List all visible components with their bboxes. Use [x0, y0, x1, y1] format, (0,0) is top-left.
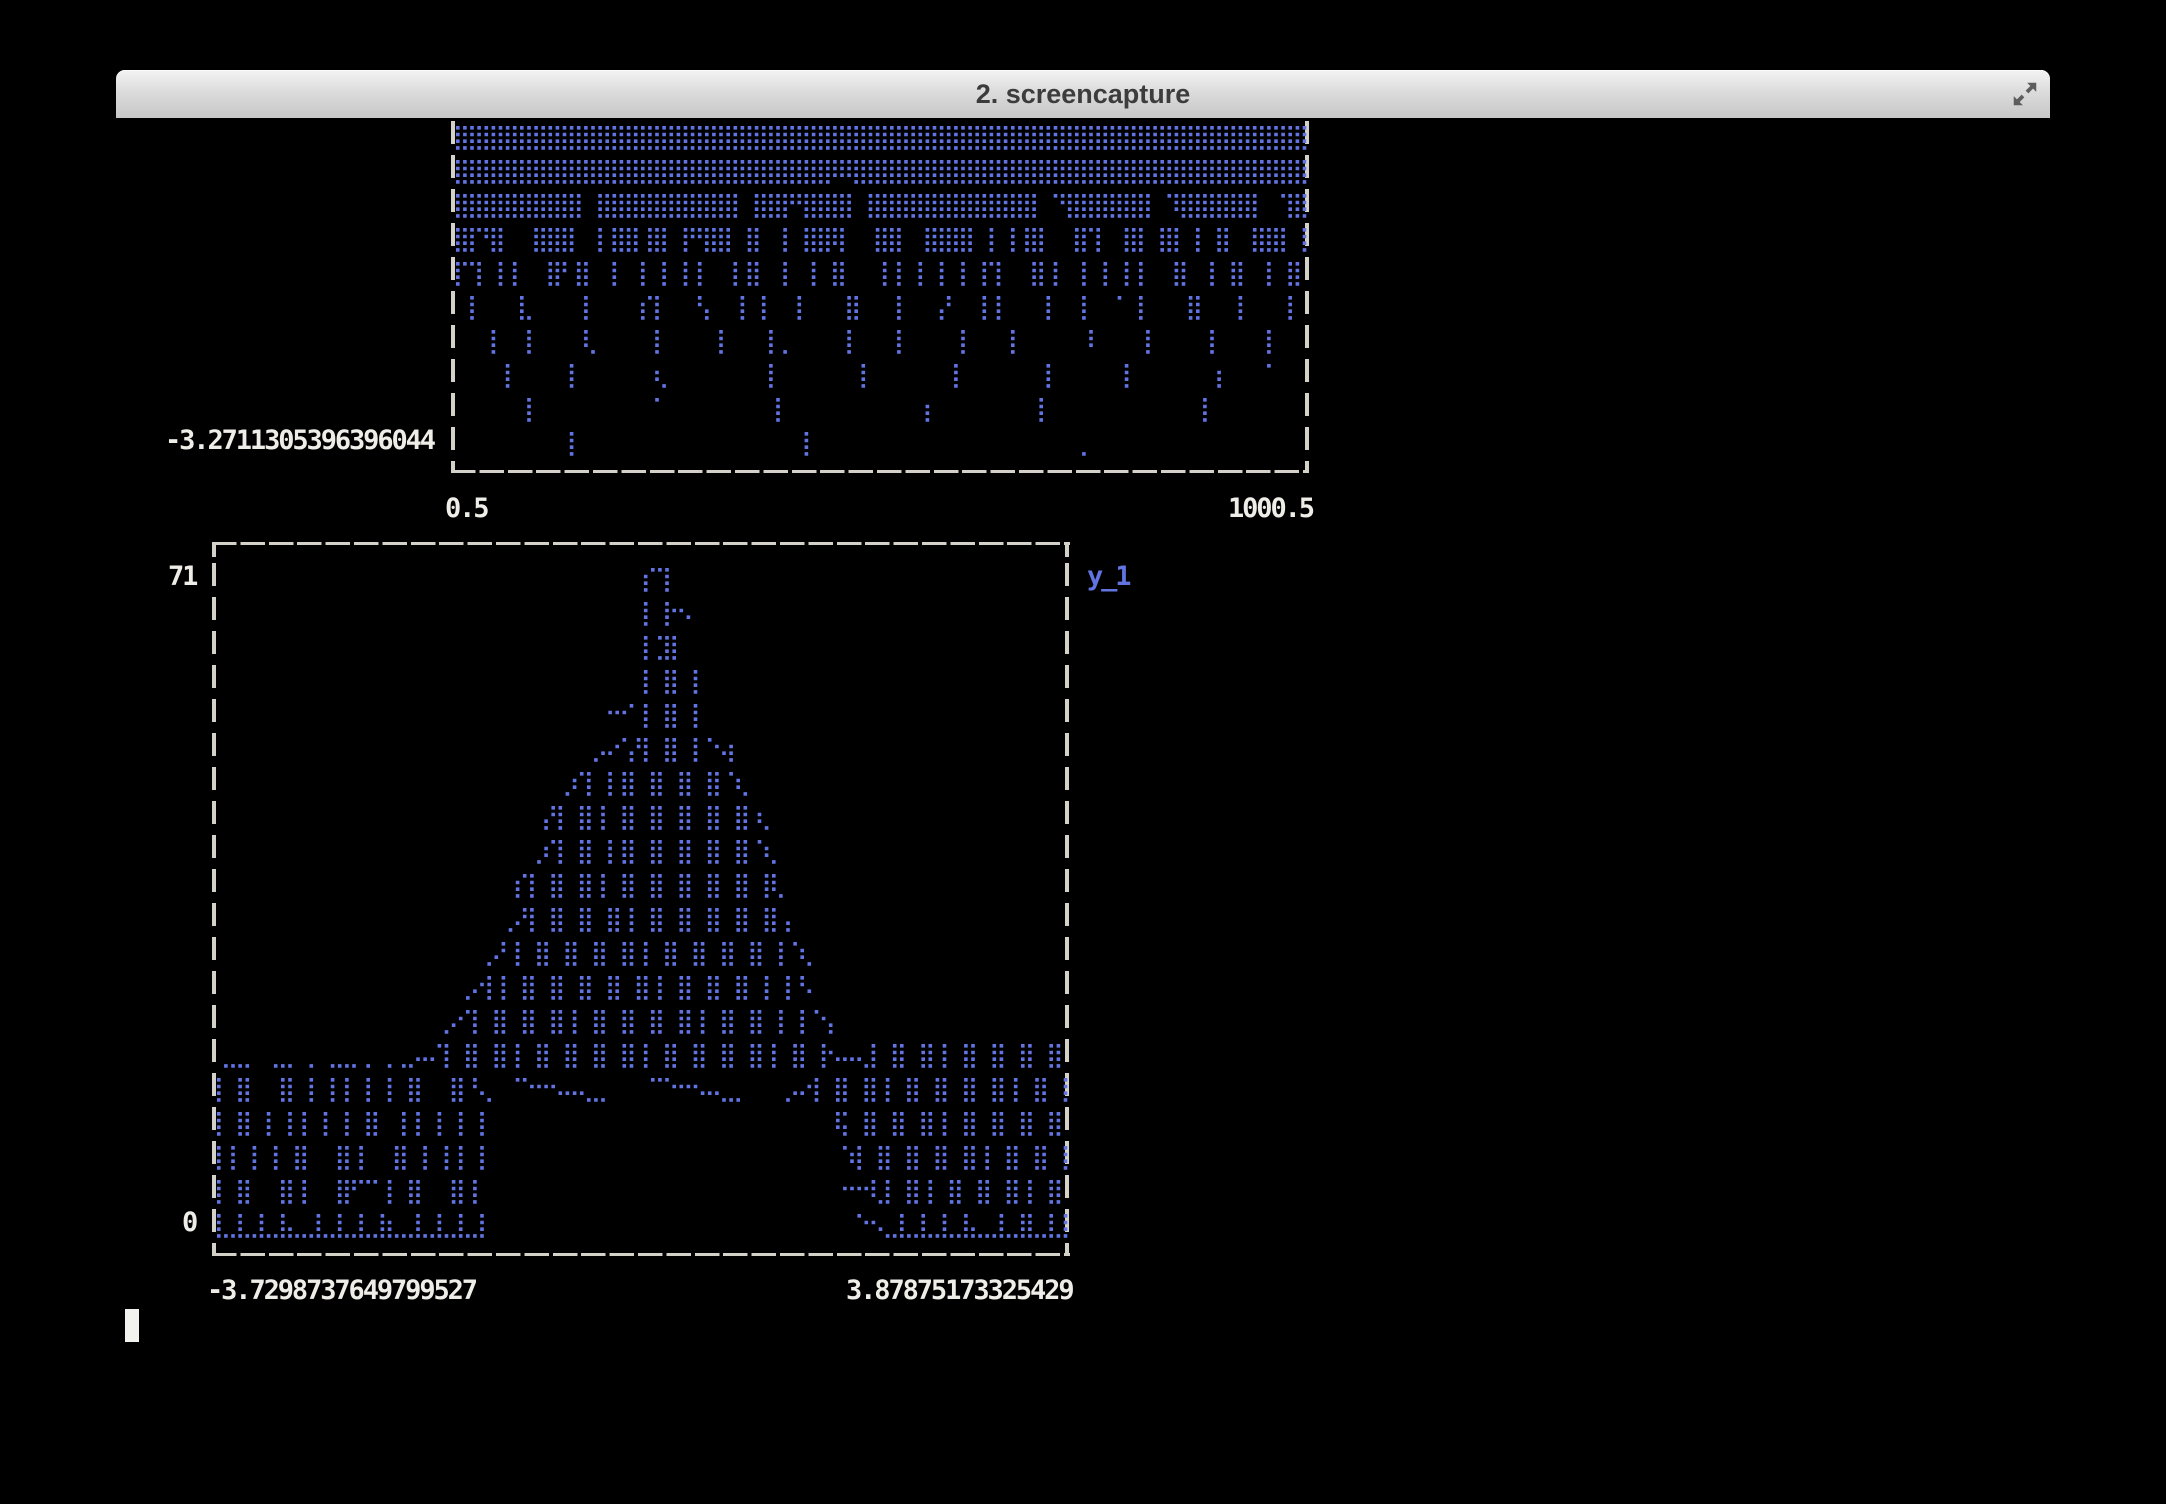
plot2-top-border: [212, 542, 1070, 546]
plot2-top-left-corner: [212, 543, 216, 557]
plot2-y-min-label: 0: [182, 1206, 196, 1240]
window-title: 2. screencapture: [116, 70, 2050, 118]
plot1-x-max-label: 1000.5: [1228, 492, 1313, 526]
plot2-x-max-label: 3.87875173325429: [846, 1274, 1073, 1308]
plot2-x-min-label: -3.7298737649799527: [207, 1274, 476, 1308]
index-scatter-plot: [454, 118, 1310, 460]
plot1-y-min-label: -3.2711305396396044: [165, 424, 434, 458]
desktop: 2. screencapture -3.2711305396396044 0.5…: [0, 0, 2166, 1504]
histogram-plot: [215, 560, 1071, 1242]
fullscreen-arrows-icon: [2010, 79, 2040, 109]
window-titlebar[interactable]: 2. screencapture: [116, 70, 2050, 119]
plot2-bottom-border: [212, 1253, 1070, 1257]
plot2-legend-y1: y_1: [1087, 560, 1129, 594]
plot1-x-min-label: 0.5: [445, 492, 487, 526]
terminal-cursor: [125, 1309, 139, 1342]
fullscreen-button[interactable]: [2010, 79, 2040, 109]
plot2-y-max-label: 71: [168, 560, 196, 594]
plot1-bottom-border: [451, 470, 1309, 474]
plot2-top-right-corner: [1065, 543, 1069, 557]
